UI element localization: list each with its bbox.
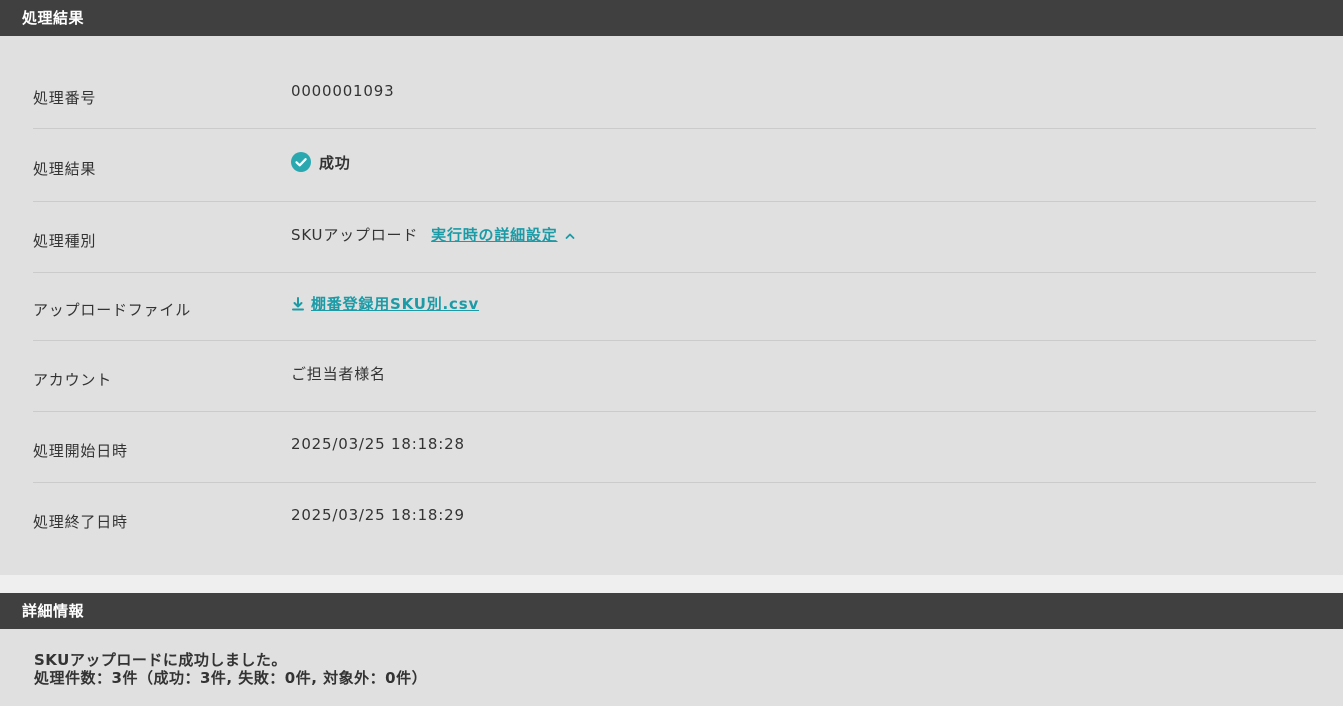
process-result-value: 成功 (291, 152, 351, 179)
process-result-label: 処理結果 (33, 159, 97, 178)
row-end-time: 処理終了日時 2025/03/25 18:18:29 (33, 483, 1316, 553)
start-time-value: 2025/03/25 18:18:28 (291, 435, 465, 453)
result-section-header: 処理結果 (0, 0, 1343, 36)
result-panel: 処理番号 0000001093 処理結果 成功 処理種別 SKUアップロード 実… (0, 36, 1343, 575)
upload-file-label: アップロードファイル (33, 301, 192, 319)
process-number-value: 0000001093 (291, 82, 395, 100)
section-spacer (0, 575, 1343, 593)
process-type-text: SKUアップロード (291, 225, 419, 244)
upload-file-link[interactable]: 棚番登録用SKU別.csv (311, 293, 479, 314)
account-label: アカウント (33, 370, 113, 389)
process-type-label: 処理種別 (33, 231, 97, 250)
row-process-number: 処理番号 0000001093 (33, 60, 1316, 129)
process-result-text: 成功 (319, 153, 351, 172)
end-time-value: 2025/03/25 18:18:29 (291, 506, 465, 524)
detail-panel: SKUアップロードに成功しました。 処理件数：3件（成功：3件, 失敗：0件, … (0, 629, 1343, 706)
chevron-up-icon[interactable] (564, 228, 576, 240)
row-upload-file: アップロードファイル 棚番登録用SKU別.csv (33, 273, 1316, 341)
detail-message-line1: SKUアップロードに成功しました。 (34, 651, 287, 669)
check-circle-icon (291, 152, 311, 172)
result-section-title: 処理結果 (22, 9, 85, 27)
process-type-value: SKUアップロード 実行時の詳細設定 (291, 224, 576, 251)
download-icon[interactable] (291, 296, 305, 312)
detail-message-line2: 処理件数：3件（成功：3件, 失敗：0件, 対象外：0件） (34, 669, 428, 687)
detail-section-header: 詳細情報 (0, 593, 1343, 629)
upload-file-value: 棚番登録用SKU別.csv (291, 293, 479, 320)
row-process-result: 処理結果 成功 (33, 129, 1316, 202)
execution-settings-link[interactable]: 実行時の詳細設定 (431, 224, 557, 245)
detail-section-title: 詳細情報 (22, 602, 85, 620)
row-process-type: 処理種別 SKUアップロード 実行時の詳細設定 (33, 202, 1316, 273)
row-start-time: 処理開始日時 2025/03/25 18:18:28 (33, 412, 1316, 483)
process-number-label: 処理番号 (33, 88, 97, 107)
start-time-label: 処理開始日時 (33, 441, 128, 460)
end-time-label: 処理終了日時 (33, 512, 128, 531)
row-account: アカウント ご担当者様名 (33, 341, 1316, 412)
account-value: ご担当者様名 (291, 364, 386, 383)
